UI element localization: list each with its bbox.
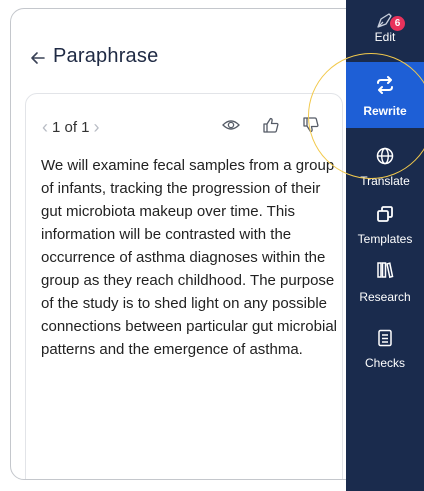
arrow-left-icon[interactable]	[27, 47, 49, 69]
sidebar-item-label: Research	[359, 290, 411, 304]
sidebar-item-translate[interactable]: Translate	[346, 142, 424, 190]
paraphrase-result-card: ‹ 1 of 1 › We will examine fecal samples…	[25, 93, 343, 479]
sidebar-item-label: Checks	[364, 356, 405, 370]
result-actions	[220, 114, 322, 136]
thumbs-up-icon[interactable]	[260, 114, 282, 136]
eye-icon[interactable]	[220, 114, 242, 136]
repeat-icon	[374, 74, 396, 96]
sidebar-item-edit[interactable]: 6 Edit	[346, 8, 424, 58]
books-icon	[375, 260, 395, 280]
sidebar-item-research[interactable]: Research	[346, 256, 424, 310]
pager-count: 1 of 1	[52, 118, 90, 136]
right-sidebar: 6 Edit Rewrite Translate Templates Resea…	[346, 0, 424, 491]
sidebar-item-rewrite[interactable]: Rewrite	[346, 62, 424, 128]
sidebar-item-checks[interactable]: Checks	[346, 324, 424, 378]
thumbs-down-icon[interactable]	[300, 114, 322, 136]
copy-icon	[375, 204, 395, 224]
chevron-left-icon[interactable]: ‹	[42, 118, 48, 136]
sidebar-item-label: Templates	[357, 232, 413, 246]
globe-icon	[375, 146, 395, 166]
page-title: Paraphrase	[53, 45, 159, 67]
sidebar-item-label: Rewrite	[363, 104, 407, 118]
paraphrased-text: We will examine fecal samples from a gro…	[41, 157, 337, 358]
chevron-right-icon[interactable]: ›	[94, 118, 100, 136]
sidebar-item-label: Translate	[360, 174, 410, 188]
result-pager: ‹ 1 of 1 ›	[42, 118, 100, 136]
panel-header: Paraphrase	[11, 9, 346, 89]
checklist-icon	[375, 328, 395, 348]
sidebar-item-label: Edit	[374, 30, 396, 44]
sidebar-item-templates[interactable]: Templates	[346, 198, 424, 252]
notification-badge: 6	[390, 16, 405, 31]
